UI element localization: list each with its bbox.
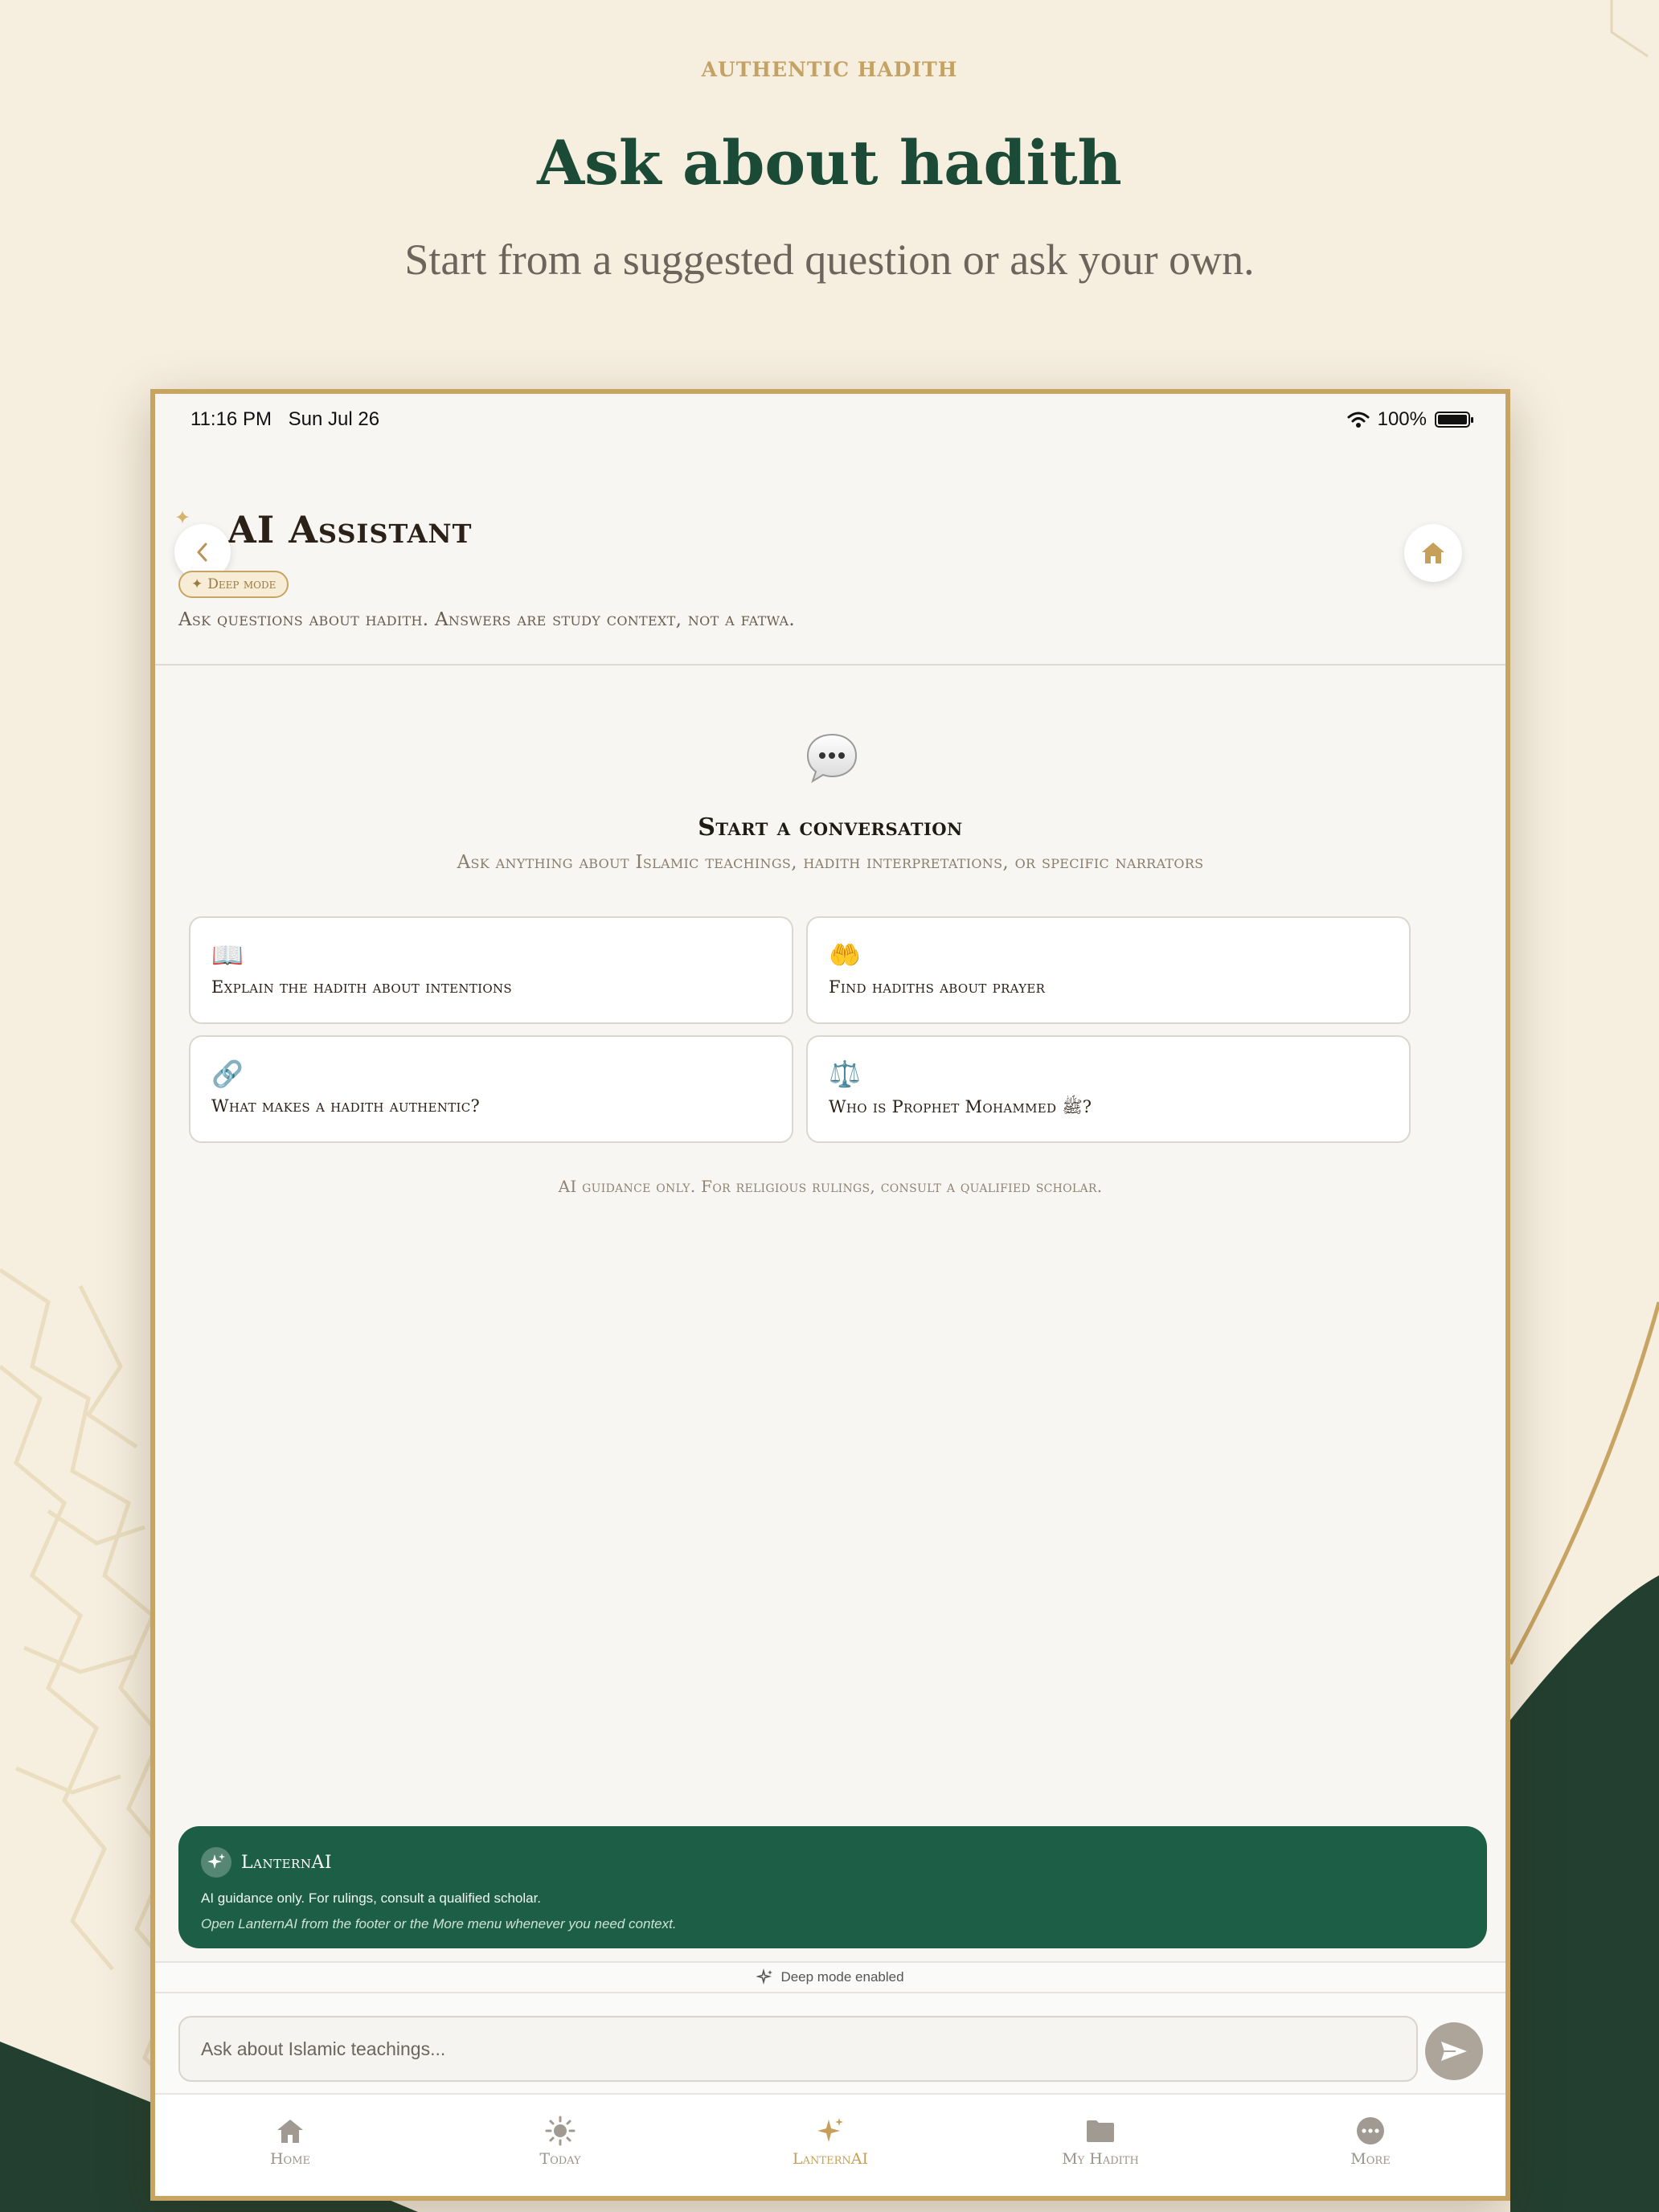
send-icon: [1441, 2042, 1467, 2061]
suggestion-card-prayer[interactable]: 🤲 Find hadiths about prayer: [806, 916, 1411, 1024]
tab-more[interactable]: More: [1235, 2095, 1505, 2196]
suggestion-card-authentic[interactable]: 🔗 What makes a hadith authentic?: [189, 1035, 793, 1143]
home-icon: [1422, 543, 1444, 563]
home-button[interactable]: [1404, 524, 1462, 582]
tab-my-hadith[interactable]: My Hadith: [965, 2095, 1235, 2196]
screen-content: ✦ AI Assistant ✦ Deep mode Ask questions…: [155, 444, 1505, 1196]
sparkle-icon: ✦: [174, 506, 191, 529]
folder-icon: [1087, 2120, 1114, 2142]
device-frame: 11:16 PM Sun Jul 26 100% ✦ AI Assistant: [150, 389, 1510, 2201]
suggestion-card-intentions[interactable]: 📖 Explain the hadith about intentions: [189, 916, 793, 1024]
tab-home[interactable]: Home: [155, 2095, 425, 2196]
status-bar: 11:16 PM Sun Jul 26 100%: [155, 394, 1505, 444]
scales-icon: ⚖️: [829, 1059, 861, 1089]
suggestion-text: What makes a hadith authentic?: [211, 1096, 481, 1116]
lanternai-name: LanternAI: [241, 1852, 333, 1873]
open-book-icon: 📖: [211, 940, 244, 970]
palms-up-icon: 🤲: [829, 940, 861, 970]
chevron-left-icon: [197, 543, 207, 562]
page-subtitle: Ask questions about hadith. Answers are …: [178, 609, 796, 630]
suggestion-text: Who is Prophet Mohammed ﷺ?: [829, 1097, 1092, 1116]
sparkle-icon: ✦: [191, 576, 203, 592]
lanternai-card: LanternAI AI guidance only. For rulings,…: [178, 1826, 1487, 1948]
chat-input[interactable]: [178, 2016, 1418, 2082]
tab-label: My Hadith: [1062, 2150, 1139, 2168]
page-title: AI Assistant: [227, 508, 473, 551]
home-icon: [277, 2120, 303, 2143]
speech-bubble-icon: [806, 733, 858, 784]
tab-label: Today: [539, 2150, 581, 2168]
lanternai-hint: Open LanternAI from the footer or the Mo…: [201, 1916, 677, 1931]
status-time-group: 11:16 PM Sun Jul 26: [190, 408, 379, 431]
lanternai-card-header: LanternAI: [201, 1847, 1464, 1878]
status-right: 100%: [1347, 408, 1473, 431]
disclaimer-footnote: AI guidance only. For religious rulings,…: [558, 1177, 1103, 1196]
deep-mode-status-label: Deep mode enabled: [780, 1969, 904, 1985]
tab-label: Home: [269, 2150, 311, 2168]
sparkles-icon: [756, 1968, 773, 1985]
tab-lanternai[interactable]: LanternAI: [695, 2095, 965, 2196]
hero-subtitle: Start from a suggested question or ask y…: [404, 236, 1255, 284]
composer: [155, 1993, 1505, 2093]
lanternai-logo: [201, 1847, 231, 1878]
hero-title: Ask about hadith: [537, 127, 1122, 199]
send-button[interactable]: [1425, 2022, 1483, 2080]
tab-today[interactable]: Today: [425, 2095, 695, 2196]
sparkle-icon: [817, 2118, 843, 2142]
sun-icon: [545, 2116, 576, 2146]
battery-icon: [1435, 412, 1473, 428]
header-divider: [155, 664, 1505, 666]
battery-percent: 100%: [1377, 408, 1427, 430]
empty-state-subtitle: Ask anything about Islamic teachings, ha…: [457, 852, 1204, 873]
suggestion-card-prophet[interactable]: ⚖️ Who is Prophet Mohammed ﷺ?: [806, 1035, 1411, 1143]
lanternai-disclaimer: AI guidance only. For rulings, consult a…: [201, 1890, 542, 1906]
status-date: Sun Jul 26: [288, 408, 380, 430]
status-time: 11:16 PM: [190, 408, 272, 430]
wifi-icon: [1347, 412, 1370, 428]
tab-bar: Home Today LanternAI My Hadith More: [155, 2093, 1505, 2196]
more-icon: [1357, 2117, 1384, 2144]
sparkles-icon: [207, 1854, 225, 1869]
suggestion-grid: 📖 Explain the hadith about intentions 🤲 …: [189, 916, 1411, 1143]
eyebrow-label: AUTHENTIC HADITH: [701, 58, 958, 81]
battery-fill: [1438, 415, 1467, 424]
empty-state-title: Start a conversation: [698, 813, 963, 842]
suggestion-text: Find hadiths about prayer: [829, 977, 1046, 997]
suggestion-text: Explain the hadith about intentions: [211, 977, 512, 997]
deep-mode-status: Deep mode enabled: [155, 1961, 1505, 1993]
deep-mode-badge: ✦ Deep mode: [178, 571, 289, 598]
deep-mode-badge-label: Deep mode: [207, 576, 276, 592]
tab-label: LanternAI: [793, 2150, 868, 2168]
link-icon: 🔗: [211, 1059, 244, 1089]
tab-label: More: [1350, 2150, 1391, 2168]
